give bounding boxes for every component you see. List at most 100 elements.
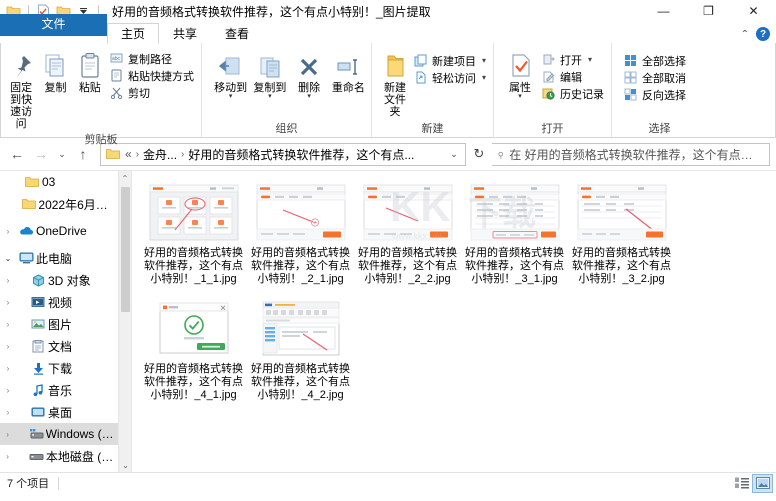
close-button[interactable]: ✕ <box>731 0 776 22</box>
properties-caret-icon[interactable]: ▾ <box>518 93 522 100</box>
view-toggle-group <box>732 473 773 493</box>
list-item[interactable]: 好用的音频格式转换软件推荐，这个有点小特别！_3_2.jpg <box>568 181 675 289</box>
sidebar-item-music[interactable]: › 音乐 <box>0 379 118 401</box>
list-item[interactable]: 好用的音频格式转换软件推荐，这个有点小特别！_2_2.jpg <box>354 181 461 289</box>
sidebar-item-windows-c[interactable]: › Windows (C:) <box>0 423 118 445</box>
minimize-button[interactable]: — <box>641 0 686 22</box>
paste-button[interactable]: 粘贴 <box>73 48 107 96</box>
select-none-icon <box>623 70 638 85</box>
sidebar-item-3d-objects[interactable]: › 3D 对象 <box>0 269 118 291</box>
select-all-button[interactable]: 全部选择 <box>621 52 690 69</box>
sidebar-item-label: 音乐 <box>48 383 73 398</box>
tab-share[interactable]: 共享 <box>159 23 211 44</box>
list-item[interactable]: 好用的音频格式转换软件推荐，这个有点小特别！_4_1.jpg <box>140 297 247 405</box>
sidebar-scrollbar[interactable]: ⌃ ⌄ <box>118 171 131 472</box>
file-name: 好用的音频格式转换软件推荐，这个有点小特别！_3_1.jpg <box>465 247 564 285</box>
easy-access-caret-icon[interactable]: ▾ <box>482 73 486 82</box>
chevron-right-icon[interactable]: › <box>0 452 15 461</box>
ribbon-group-label-organize: 组织 <box>275 123 298 135</box>
move-to-button[interactable]: 移动到 ▾ <box>211 48 250 101</box>
sidebar-item-onedrive[interactable]: › OneDrive <box>0 220 118 242</box>
chevron-right-icon[interactable]: › <box>0 364 16 373</box>
pin-to-quick-access-button[interactable]: 固定到快 速访问 <box>4 48 38 132</box>
sidebar-item-03[interactable]: 03 <box>0 171 118 193</box>
scrollbar-thumb[interactable] <box>121 187 130 312</box>
breadcrumb-sep-1: › <box>181 148 185 160</box>
properties-button[interactable]: 属性 ▾ <box>501 48 539 101</box>
select-none-button[interactable]: 全部取消 <box>621 69 690 86</box>
copy-to-caret-icon[interactable]: ▾ <box>268 93 272 100</box>
sidebar-item-2022-06-14[interactable]: 2022年6月14日 <box>0 193 118 215</box>
chevron-right-icon[interactable]: › <box>0 298 16 307</box>
large-icons-view-button[interactable] <box>752 473 773 493</box>
copy-to-button[interactable]: 复制到 ▾ <box>250 48 289 101</box>
this-pc-icon <box>16 252 36 264</box>
details-view-button[interactable] <box>732 475 751 492</box>
sidebar-item-desktop[interactable]: › 桌面 <box>0 401 118 423</box>
move-to-caret-icon[interactable]: ▾ <box>229 93 233 100</box>
list-item[interactable]: 好用的音频格式转换软件推荐，这个有点小特别！_4_2.jpg <box>247 297 354 405</box>
tab-home[interactable]: 主页 <box>107 23 160 44</box>
cut-icon <box>109 85 124 100</box>
chevron-right-icon[interactable]: › <box>0 276 16 285</box>
chevron-down-icon[interactable]: ⌄ <box>0 254 16 263</box>
chevron-right-icon[interactable]: › <box>0 342 16 351</box>
collapse-ribbon-icon[interactable]: ⌃ <box>741 29 749 40</box>
chevron-right-icon[interactable]: › <box>0 430 15 439</box>
search-input[interactable]: 在 好用的音频格式转换软件推荐，这个有点小特别！_... <box>509 146 764 163</box>
tab-file[interactable]: 文件 <box>0 14 107 36</box>
item-count-label: 7 个项目 <box>7 478 50 490</box>
breadcrumb-overflow-icon[interactable]: « <box>125 147 132 161</box>
sidebar-item-label: 视频 <box>48 295 73 310</box>
ribbon-tab-bar: 文件 主页 共享 查看 ⌃ ? <box>0 14 776 44</box>
list-item[interactable]: 好用的音频格式转换软件推荐，这个有点小特别！_2_1.jpg <box>247 181 354 289</box>
sidebar-item-videos[interactable]: › 视频 <box>0 291 118 313</box>
copy-icon <box>41 50 69 82</box>
rename-button[interactable]: 重命名 <box>329 48 368 96</box>
new-item-caret-icon[interactable]: ▾ <box>482 56 486 65</box>
new-folder-button[interactable]: 新建 文件夹 <box>379 48 411 120</box>
pictures-icon <box>28 318 48 330</box>
delete-caret-icon[interactable]: ▾ <box>307 93 311 100</box>
file-name: 好用的音频格式转换软件推荐，这个有点小特别！_2_1.jpg <box>251 247 350 285</box>
tab-view[interactable]: 查看 <box>211 23 263 44</box>
sidebar-item-this-pc[interactable]: ⌄ 此电脑 <box>0 247 118 269</box>
edit-button[interactable]: 编辑 <box>539 68 608 85</box>
chevron-right-icon[interactable]: › <box>0 408 16 417</box>
delete-button[interactable]: 删除 ▾ <box>290 48 329 101</box>
breadcrumb-item-1[interactable]: 好用的音频格式转换软件推荐，这个有点... <box>188 146 414 163</box>
list-item[interactable]: 好用的音频格式转换软件推荐，这个有点小特别！_3_1.jpg <box>461 181 568 289</box>
sidebar-item-local-disk-d[interactable]: › 本地磁盘 (D:) <box>0 445 118 467</box>
sidebar-item-documents[interactable]: › 文档 <box>0 335 118 357</box>
invert-selection-button[interactable]: 反向选择 <box>621 86 690 103</box>
open-button[interactable]: 打开 ▾ <box>539 51 608 68</box>
refresh-button[interactable]: ↻ <box>468 143 490 166</box>
copy-button[interactable]: 复制 <box>38 48 72 96</box>
sidebar-item-label: OneDrive <box>36 224 87 238</box>
chevron-right-icon[interactable]: › <box>0 320 16 329</box>
chevron-right-icon[interactable]: › <box>0 227 16 236</box>
sidebar-item-downloads[interactable]: › 下载 <box>0 357 118 379</box>
sidebar-item-pictures[interactable]: › 图片 <box>0 313 118 335</box>
address-dropdown-icon[interactable]: ⌄ <box>445 149 463 160</box>
videos-icon <box>28 296 48 308</box>
easy-access-button[interactable]: 轻松访问 ▾ <box>411 69 490 86</box>
scroll-down-icon[interactable]: ⌄ <box>119 458 131 472</box>
cut-button[interactable]: 剪切 <box>107 84 198 101</box>
history-label: 历史记录 <box>560 88 604 101</box>
list-item[interactable]: 好用的音频格式转换软件推荐，这个有点小特别！_1_1.jpg <box>140 181 247 289</box>
history-button[interactable]: 历史记录 <box>539 85 608 102</box>
search-box[interactable]: ⌕ 在 好用的音频格式转换软件推荐，这个有点小特别！_... <box>492 142 770 166</box>
breadcrumb-item-0[interactable]: 金舟... <box>143 146 177 163</box>
help-icon[interactable]: ? <box>756 27 770 41</box>
scroll-up-icon[interactable]: ⌃ <box>119 171 131 185</box>
file-list[interactable]: 好用的音频格式转换软件推荐，这个有点小特别！_1_1.jpg 好用的音频格式转换… <box>132 171 776 472</box>
ribbon-group-organize: 移动到 ▾ 复制到 ▾ 删除 ▾ 重命名 组织 <box>201 43 371 137</box>
maximize-button[interactable]: ❐ <box>686 0 731 22</box>
paste-shortcut-button[interactable]: 粘贴快捷方式 <box>107 67 198 84</box>
new-item-button[interactable]: 新建项目 ▾ <box>411 52 490 69</box>
open-caret-icon[interactable]: ▾ <box>588 55 592 64</box>
copy-path-button[interactable]: abc 复制路径 <box>107 50 198 67</box>
chevron-right-icon[interactable]: › <box>0 386 16 395</box>
copy-path-label: 复制路径 <box>127 53 172 66</box>
